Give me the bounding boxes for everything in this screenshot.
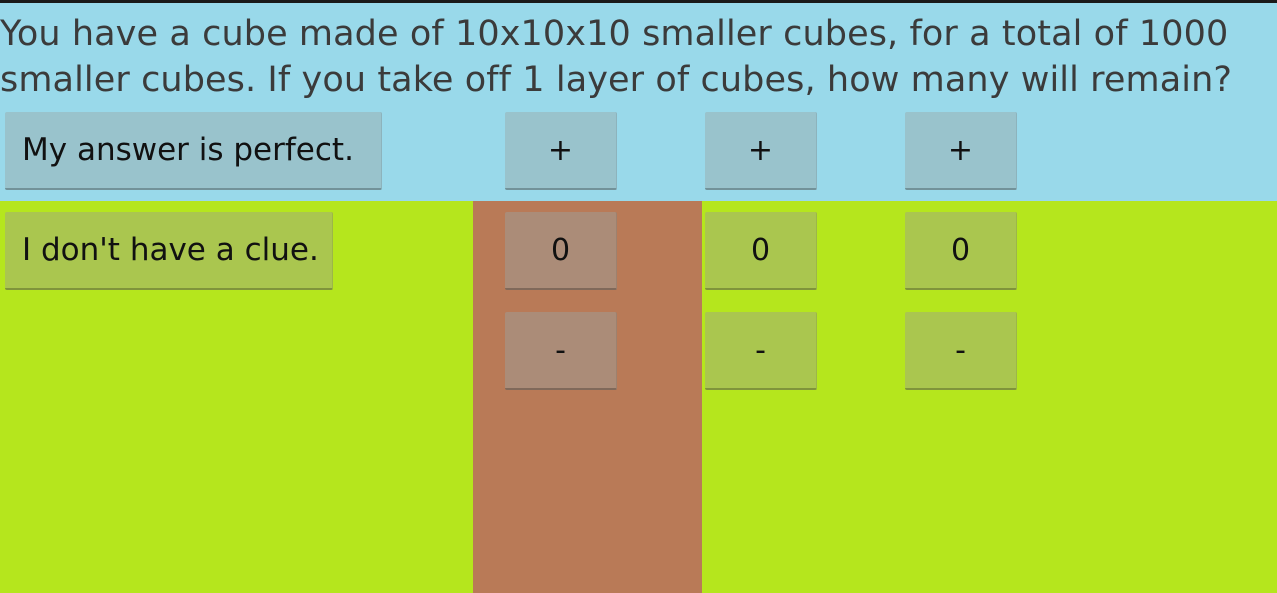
dont-have-a-clue-button[interactable]: I don't have a clue. <box>5 212 333 290</box>
digit-1-value[interactable]: 0 <box>505 212 617 290</box>
question-line-2: smaller cubes. If you take off 1 layer o… <box>0 60 1233 100</box>
digit-1-decrement-button[interactable]: - <box>505 312 617 390</box>
digit-1-increment-button[interactable]: + <box>505 112 617 190</box>
digit-3-value[interactable]: 0 <box>905 212 1017 290</box>
digit-2-increment-button[interactable]: + <box>705 112 817 190</box>
digit-3-decrement-button[interactable]: - <box>905 312 1017 390</box>
digit-3-increment-button[interactable]: + <box>905 112 1017 190</box>
question-text: You have a cube made of 10x10x10 smaller… <box>0 11 1277 103</box>
digit-2-value[interactable]: 0 <box>705 212 817 290</box>
digit-2-decrement-button[interactable]: - <box>705 312 817 390</box>
my-answer-is-perfect-button[interactable]: My answer is perfect. <box>5 112 382 190</box>
question-line-1: You have a cube made of 10x10x10 smaller… <box>0 14 1229 54</box>
